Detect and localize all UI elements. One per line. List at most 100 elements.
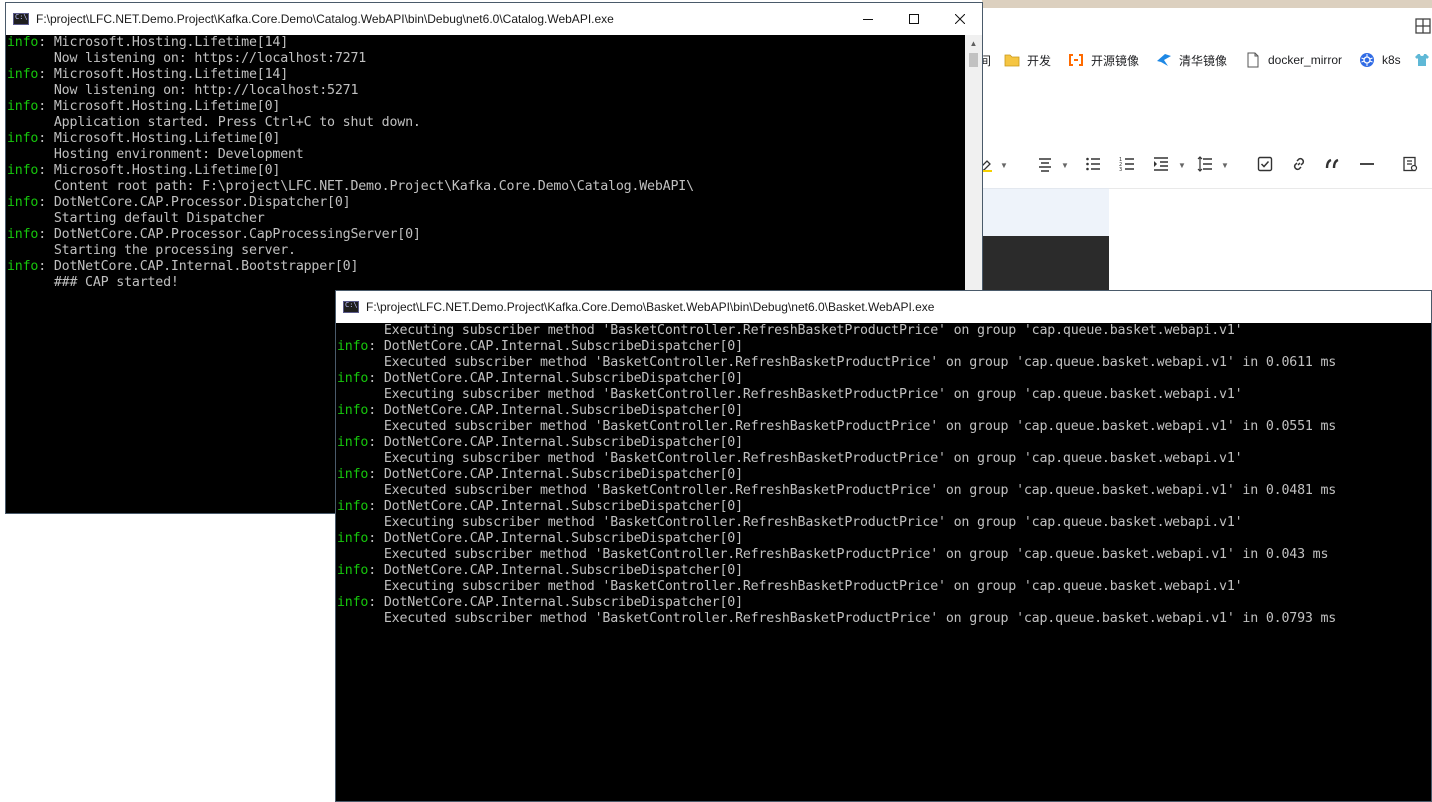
console-app-icon <box>343 301 359 313</box>
log-message: : DotNetCore.CAP.Internal.SubscribeDispa… <box>368 595 743 610</box>
console-line: Executing subscriber method 'BasketContr… <box>337 323 1431 339</box>
maximize-button[interactable] <box>891 3 937 35</box>
console-line: Executed subscriber method 'BasketContro… <box>337 419 1431 435</box>
console-line: info: Microsoft.Hosting.Lifetime[0] <box>7 163 965 179</box>
log-level-label: info <box>7 259 39 274</box>
console-line: info: DotNetCore.CAP.Internal.SubscribeD… <box>337 499 1431 515</box>
console-line: info: DotNetCore.CAP.Internal.SubscribeD… <box>337 563 1431 579</box>
sidebar-panel <box>982 188 1109 237</box>
log-message: : DotNetCore.CAP.Internal.SubscribeDispa… <box>368 467 743 482</box>
console-line: info: DotNetCore.CAP.Processor.CapProces… <box>7 227 965 243</box>
bookmark-docker-mirror[interactable]: docker_mirror <box>1245 50 1342 70</box>
log-message: Executed subscriber method 'BasketContro… <box>337 355 1337 370</box>
bookmark-extra[interactable] <box>1414 50 1432 70</box>
log-message: : Microsoft.Hosting.Lifetime[0] <box>38 99 281 114</box>
window-title: F:\project\LFC.NET.Demo.Project\Kafka.Co… <box>36 12 614 26</box>
console-line: Executed subscriber method 'BasketContro… <box>337 611 1431 627</box>
close-button[interactable] <box>937 3 983 35</box>
log-level-label: info <box>7 67 39 82</box>
log-level-label: info <box>337 435 369 450</box>
console-line: info: DotNetCore.CAP.Internal.SubscribeD… <box>337 339 1431 355</box>
console-line: Starting the processing server. <box>7 243 965 259</box>
link-icon[interactable] <box>1290 156 1308 172</box>
tab-grid-icon[interactable] <box>1415 18 1431 34</box>
basket-console-window[interactable]: F:\project\LFC.NET.Demo.Project\Kafka.Co… <box>335 290 1432 802</box>
log-message: : Microsoft.Hosting.Lifetime[14] <box>38 67 289 82</box>
task-list-icon[interactable] <box>1256 156 1274 172</box>
page-icon <box>1247 52 1259 68</box>
ordered-list-icon[interactable]: 123 <box>1118 156 1136 172</box>
log-level-label: info <box>7 131 39 146</box>
log-message: Starting the processing server. <box>7 243 296 258</box>
bullet-list-icon[interactable] <box>1084 156 1102 172</box>
log-message: Hosting environment: Development <box>7 147 304 162</box>
log-message: ### CAP started! <box>7 275 179 290</box>
console-line: Application started. Press Ctrl+C to shu… <box>7 115 965 131</box>
chevron-down-icon[interactable]: ▼ <box>1061 161 1069 170</box>
log-message: : DotNetCore.CAP.Processor.Dispatcher[0] <box>38 195 351 210</box>
log-message: : DotNetCore.CAP.Internal.SubscribeDispa… <box>368 371 743 386</box>
quote-icon[interactable] <box>1324 156 1342 172</box>
chevron-down-icon[interactable]: ▼ <box>1000 161 1008 170</box>
console-output[interactable]: Executing subscriber method 'BasketContr… <box>337 323 1431 801</box>
console-line: info: DotNetCore.CAP.Processor.Dispatche… <box>7 195 965 211</box>
log-level-label: info <box>337 403 369 418</box>
console-line: info: Microsoft.Hosting.Lifetime[0] <box>7 131 965 147</box>
bookmark-label: k8s <box>1382 53 1401 67</box>
log-level-label: info <box>7 99 39 114</box>
log-message: Executed subscriber method 'BasketContro… <box>337 419 1337 434</box>
log-message: Executed subscriber method 'BasketContro… <box>337 547 1329 562</box>
console-line: Now listening on: https://localhost:7271 <box>7 51 965 67</box>
bookmark-folder-dev[interactable]: 开发 <box>1004 50 1051 70</box>
chevron-down-icon[interactable]: ▼ <box>1221 161 1229 170</box>
bookmark-label: 清华镜像 <box>1179 53 1228 68</box>
log-level-label: info <box>337 499 369 514</box>
log-message: Executed subscriber method 'BasketContro… <box>337 483 1337 498</box>
chevron-down-icon[interactable]: ▼ <box>1178 161 1186 170</box>
browser-tab-strip <box>982 0 1432 8</box>
dark-panel <box>982 236 1109 296</box>
log-message: : DotNetCore.CAP.Internal.Bootstrapper[0… <box>38 259 359 274</box>
window-titlebar[interactable]: F:\project\LFC.NET.Demo.Project\Kafka.Co… <box>6 3 982 35</box>
log-level-label: info <box>337 595 369 610</box>
more-icon[interactable] <box>1401 156 1419 172</box>
console-line: Executing subscriber method 'BasketContr… <box>337 451 1431 467</box>
shirt-icon <box>1415 54 1429 66</box>
console-line: Executing subscriber method 'BasketContr… <box>337 579 1431 595</box>
log-message: : DotNetCore.CAP.Internal.SubscribeDispa… <box>368 339 743 354</box>
log-level-label: info <box>337 563 369 578</box>
horizontal-rule-icon[interactable] <box>1358 156 1376 172</box>
console-line: Starting default Dispatcher <box>7 211 965 227</box>
log-level-label: info <box>7 227 39 242</box>
bookmark-aliyun-mirror[interactable]: 开源镜像 <box>1068 50 1139 70</box>
console-line: Executed subscriber method 'BasketContro… <box>337 547 1431 563</box>
align-icon[interactable] <box>1036 156 1054 172</box>
line-height-icon[interactable] <box>1196 156 1214 172</box>
log-message: Starting default Dispatcher <box>7 211 265 226</box>
bookmark-label: 开发 <box>1027 53 1052 68</box>
console-line: info: Microsoft.Hosting.Lifetime[14] <box>7 35 965 51</box>
log-message: : DotNetCore.CAP.Internal.SubscribeDispa… <box>368 435 743 450</box>
indent-icon[interactable] <box>1152 156 1170 172</box>
scroll-up-icon[interactable]: ▲ <box>965 35 982 52</box>
console-line: info: DotNetCore.CAP.Internal.SubscribeD… <box>337 595 1431 611</box>
log-message: Content root path: F:\project\LFC.NET.De… <box>7 179 694 194</box>
log-level-label: info <box>337 339 369 354</box>
scrollbar-thumb[interactable] <box>969 53 978 67</box>
console-line: Content root path: F:\project\LFC.NET.De… <box>7 179 965 195</box>
minimize-button[interactable] <box>845 3 891 35</box>
console-line: info: Microsoft.Hosting.Lifetime[14] <box>7 67 965 83</box>
console-line: ### CAP started! <box>7 275 965 291</box>
bookmark-k8s[interactable]: k8s <box>1359 50 1401 70</box>
log-message: : DotNetCore.CAP.Internal.SubscribeDispa… <box>368 499 743 514</box>
log-message: Executed subscriber method 'BasketContro… <box>337 611 1337 626</box>
log-level-label: info <box>7 195 39 210</box>
tsinghua-icon <box>1157 54 1171 66</box>
window-titlebar[interactable]: F:\project\LFC.NET.Demo.Project\Kafka.Co… <box>336 291 1431 323</box>
log-message: Executing subscriber method 'BasketContr… <box>337 515 1243 530</box>
console-line: Executing subscriber method 'BasketContr… <box>337 515 1431 531</box>
log-message: : DotNetCore.CAP.Internal.SubscribeDispa… <box>368 403 743 418</box>
log-message: Now listening on: https://localhost:7271 <box>7 51 367 66</box>
bookmark-tsinghua-mirror[interactable]: 清华镜像 <box>1156 50 1227 70</box>
kubernetes-icon <box>1360 53 1374 67</box>
